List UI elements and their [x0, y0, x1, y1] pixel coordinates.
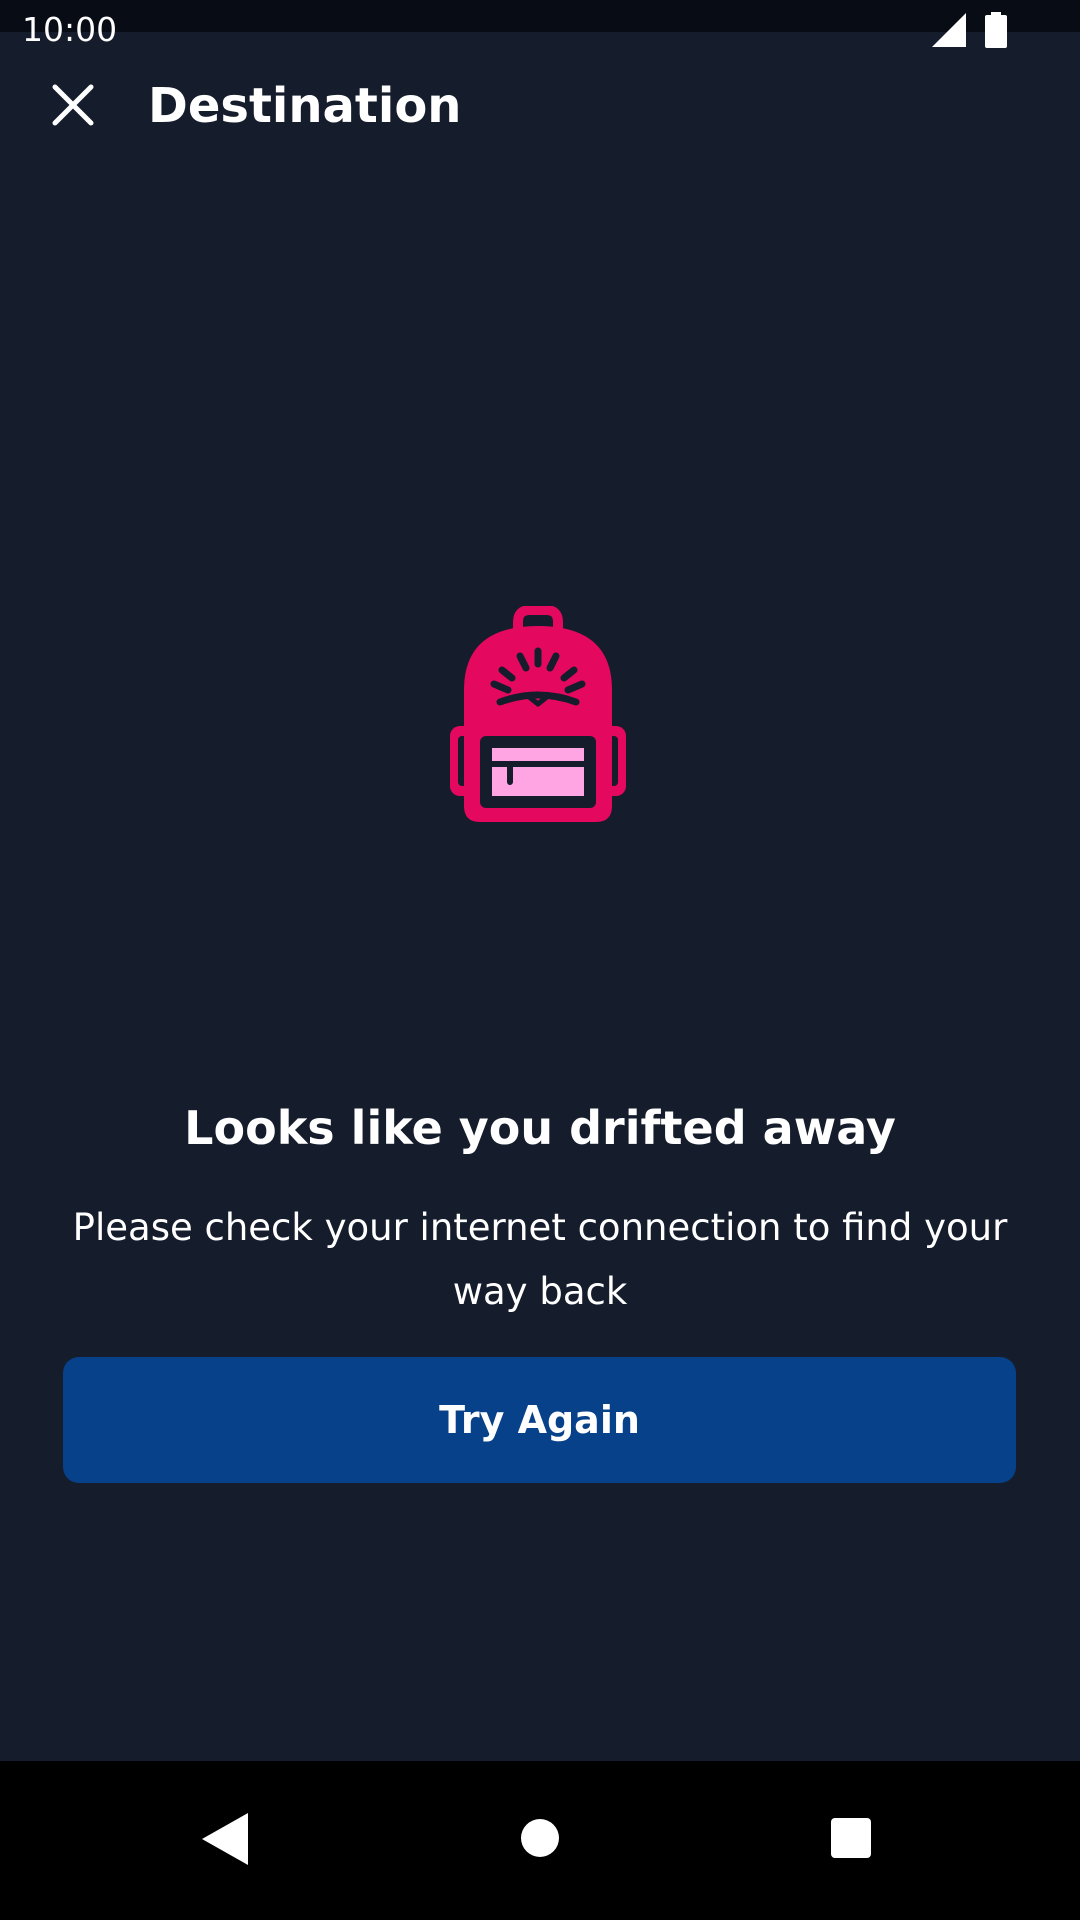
close-icon: [52, 84, 94, 126]
backpack-icon: [450, 606, 626, 822]
home-icon[interactable]: [521, 1819, 559, 1857]
error-headline: Looks like you drifted away: [184, 1101, 896, 1155]
navigation-bar: [0, 1761, 1080, 1920]
page-title: Destination: [148, 78, 462, 134]
status-bar: 10:00: [0, 0, 1080, 49]
try-again-button[interactable]: Try Again: [63, 1357, 1016, 1483]
back-icon[interactable]: [200, 1811, 250, 1867]
error-message: Please check your internet connection to…: [72, 1206, 1008, 1313]
close-button[interactable]: [38, 70, 108, 140]
app-bar: Destination: [0, 32, 1080, 182]
try-again-label: Try Again: [439, 1398, 640, 1442]
recents-icon[interactable]: [831, 1818, 871, 1858]
error-screen: 10:00 Destination Looks like you drifted…: [0, 0, 1080, 1920]
